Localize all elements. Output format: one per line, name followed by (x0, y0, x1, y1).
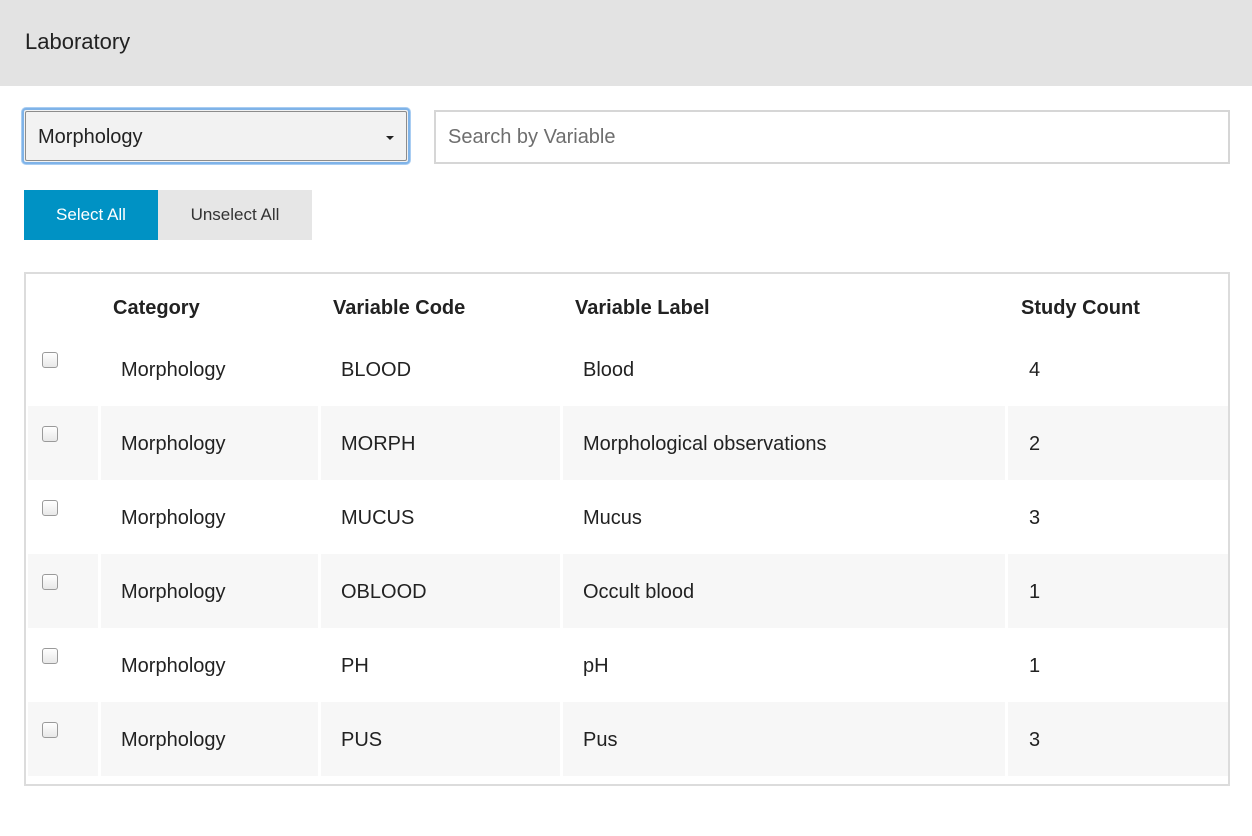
cell-variable-label: Occult blood (583, 581, 695, 603)
cell-variable-code: PH (341, 655, 369, 677)
cell-variable-code: MUCUS (341, 507, 415, 529)
table-row[interactable]: Morphology PUS Pus 3 (28, 702, 1228, 776)
table-row[interactable]: Morphology BLOOD Blood 4 (28, 332, 1228, 406)
category-select[interactable]: Morphology (22, 108, 410, 164)
table-row[interactable]: Morphology MUCUS Mucus 3 (28, 480, 1228, 554)
cell-variable-label: pH (583, 655, 609, 677)
row-checkbox[interactable] (42, 722, 58, 738)
table-row[interactable]: Morphology PH pH 1 (28, 628, 1228, 702)
cell-variable-code: BLOOD (341, 359, 412, 381)
row-stripe (28, 554, 98, 628)
cell-variable-label: Blood (583, 359, 635, 381)
row-stripe (1008, 702, 1228, 776)
caret-down-icon (386, 136, 394, 140)
search-variable-input[interactable] (434, 110, 1230, 164)
cell-category: Morphology (121, 729, 226, 751)
cell-study-count: 1 (1029, 581, 1041, 603)
row-stripe (1008, 406, 1228, 480)
row-stripe (28, 406, 98, 480)
row-checkbox[interactable] (42, 426, 58, 442)
table-row[interactable]: Morphology MORPH Morphological observation… (28, 406, 1228, 480)
variables-table: Category Variable Code Variable Label St… (24, 272, 1230, 786)
page-header: Laboratory (0, 0, 1252, 86)
table-row[interactable]: Morphology OBLOOD Occult blood 1 (28, 554, 1228, 628)
column-header-category: Category (113, 297, 200, 319)
row-checkbox[interactable] (42, 648, 58, 664)
cell-category: Morphology (121, 433, 226, 455)
cell-category: Morphology (121, 359, 226, 381)
cell-variable-label: Morphological observations (583, 433, 827, 455)
cell-category: Morphology (121, 655, 226, 677)
column-header-study-count: Study Count (1021, 297, 1140, 319)
row-checkbox[interactable] (42, 574, 58, 590)
row-checkbox[interactable] (42, 500, 58, 516)
row-stripe (563, 702, 1005, 776)
cell-variable-code: PUS (341, 729, 383, 751)
cell-study-count: 4 (1029, 359, 1041, 381)
row-stripe (1008, 554, 1228, 628)
cell-variable-code: MORPH (341, 433, 416, 455)
cell-category: Morphology (121, 507, 226, 529)
cell-study-count: 1 (1029, 655, 1041, 677)
row-checkbox[interactable] (42, 352, 58, 368)
cell-category: Morphology (121, 581, 226, 603)
cell-variable-label: Mucus (583, 507, 642, 529)
unselect-all-button[interactable]: Unselect All (158, 190, 312, 240)
cell-study-count: 3 (1029, 729, 1041, 751)
column-header-variable-code: Variable Code (333, 297, 466, 319)
cell-study-count: 2 (1029, 433, 1041, 455)
row-stripe (28, 702, 98, 776)
page-title: Laboratory (25, 29, 131, 54)
column-header-variable-label: Variable Label (575, 297, 710, 319)
cell-study-count: 3 (1029, 507, 1041, 529)
cell-variable-code: OBLOOD (341, 581, 427, 603)
cell-variable-label: Pus (583, 729, 618, 751)
category-select-value: Morphology (38, 126, 143, 148)
select-all-button[interactable]: Select All (24, 190, 158, 240)
